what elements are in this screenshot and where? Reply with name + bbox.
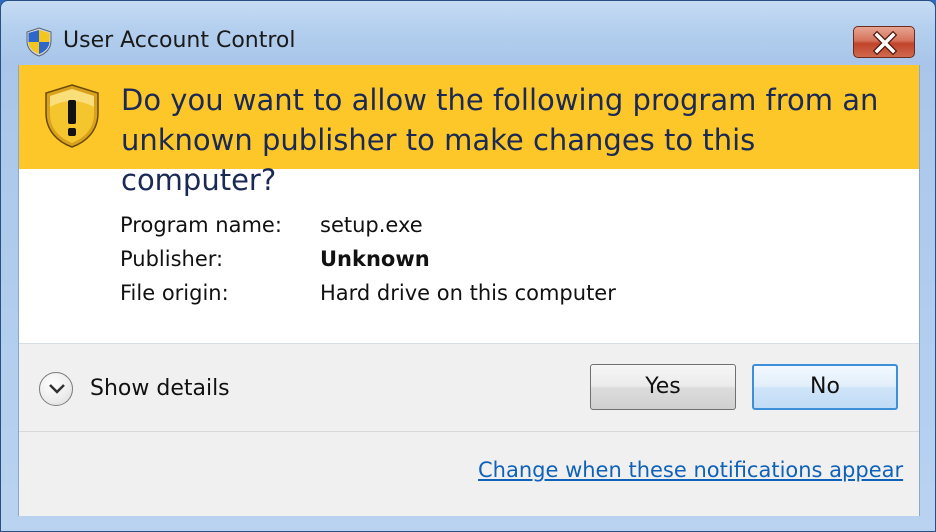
chevron-down-icon[interactable]	[39, 372, 73, 406]
warning-banner: Do you want to allow the following progr…	[19, 65, 919, 197]
show-details-label[interactable]: Show details	[90, 376, 230, 401]
dialog-footer: Show details Yes No Change when these no…	[19, 344, 919, 516]
yes-button[interactable]: Yes	[590, 364, 736, 410]
uac-shield-icon	[26, 27, 52, 57]
close-x-icon	[872, 31, 898, 55]
program-name-label: Program name:	[120, 213, 282, 237]
file-origin-label: File origin:	[120, 281, 229, 305]
uac-dialog-window: User Account Control Do you want to allo…	[0, 0, 936, 532]
notification-settings-link[interactable]: Change when these notifications appear	[478, 458, 903, 482]
publisher-value: Unknown	[320, 247, 430, 271]
warning-shield-icon	[45, 84, 99, 148]
publisher-label: Publisher:	[120, 247, 224, 271]
program-name-value: setup.exe	[320, 213, 423, 237]
close-button[interactable]	[853, 26, 915, 58]
footer-divider	[19, 431, 919, 432]
window-title: User Account Control	[63, 28, 296, 53]
no-button[interactable]: No	[752, 364, 898, 410]
uac-question: Do you want to allow the following progr…	[121, 83, 879, 197]
title-bar[interactable]: User Account Control	[1, 1, 935, 65]
file-origin-value: Hard drive on this computer	[320, 281, 616, 305]
dialog-content: Do you want to allow the following progr…	[18, 65, 920, 516]
